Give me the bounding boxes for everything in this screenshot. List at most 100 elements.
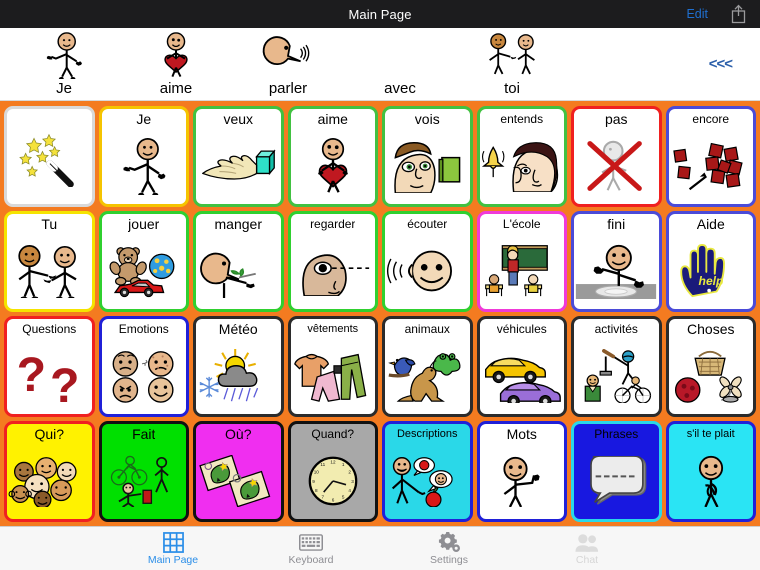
cell-jouer[interactable]: jouer <box>98 211 189 312</box>
svg-text:3: 3 <box>351 478 354 483</box>
cell-label: jouer <box>128 216 160 232</box>
sun-cloud-rain-snow-icon <box>196 337 281 414</box>
classroom-scene-icon <box>480 232 565 309</box>
speech-bubble-icon <box>574 442 659 519</box>
eye-looking-icon <box>291 232 376 309</box>
sentence-word-0[interactable]: Je <box>8 28 120 101</box>
crossed-out-person-icon <box>574 127 659 204</box>
two-question-marks-icon: ? ? <box>7 337 92 414</box>
bottom-tab-bar: Main Page Keyboard Settings Chat <box>0 526 760 570</box>
cell-label: activités <box>594 322 638 336</box>
person-eating-fork-icon <box>196 232 281 309</box>
people-icon <box>575 531 599 553</box>
cell-label: veux <box>223 111 254 127</box>
back-arrows-button[interactable]: <<< <box>709 56 733 73</box>
svg-text:?: ? <box>17 350 46 402</box>
cell-label: Qui? <box>34 426 65 442</box>
person-hugging-heart-icon <box>120 28 232 80</box>
sentence-word-3[interactable]: avec <box>344 28 456 101</box>
cell-phrases[interactable]: Phrases <box>571 421 662 522</box>
cell-emotions[interactable]: Emotions <box>98 316 189 417</box>
cell-qui[interactable]: Qui? <box>4 421 95 522</box>
bird-frog-kangaroo-icon <box>385 337 470 414</box>
sentence-strip[interactable]: Je aime parler avec toi <<< <box>0 28 760 101</box>
cell-label: Questions <box>22 322 77 336</box>
sentence-word-2[interactable]: parler <box>232 28 344 101</box>
tab-chat[interactable]: Chat <box>541 531 633 566</box>
cell-aide[interactable]: Aide help <box>665 211 756 312</box>
svg-text:2: 2 <box>348 469 351 474</box>
cell-label: Descriptions <box>396 428 458 440</box>
cell-label: Quand? <box>311 427 355 441</box>
cell-encore[interactable]: encore <box>665 106 756 207</box>
cell-veux[interactable]: veux <box>193 106 284 207</box>
cell-vetements[interactable]: vêtements <box>287 316 378 417</box>
sentence-word-label: parler <box>268 80 308 97</box>
two-cars-icon <box>480 337 565 414</box>
crowd-of-faces-icon <box>7 442 92 519</box>
cell-manger[interactable]: manger <box>193 211 284 312</box>
cell-mots[interactable]: Mots <box>476 421 567 522</box>
cell-label: s'il te plait <box>686 428 735 440</box>
sentence-word-1[interactable]: aime <box>120 28 232 101</box>
cell-entends[interactable]: entends <box>476 106 567 207</box>
cell-je[interactable]: Je <box>98 106 189 207</box>
toys-bear-ball-car-icon <box>102 232 187 309</box>
cell-pas[interactable]: pas <box>571 106 662 207</box>
cell-ou[interactable]: Où? <box>193 421 284 522</box>
cell-label: Je <box>136 111 152 127</box>
blank-art <box>344 28 456 80</box>
cell-clear[interactable] <box>4 106 95 207</box>
tab-keyboard[interactable]: Keyboard <box>265 531 357 566</box>
cell-label: Tu <box>41 216 58 232</box>
cell-descriptions[interactable]: Descriptions <box>382 421 473 522</box>
page-title: Main Page <box>348 6 412 22</box>
cell-label: fini <box>607 216 626 232</box>
clock-face-icon: 12 1 2 345 678 9 10 11 <box>291 442 376 519</box>
cell-label: aime <box>317 111 348 127</box>
cell-lecole[interactable]: L'école <box>476 211 567 312</box>
cell-animaux[interactable]: animaux <box>382 316 473 417</box>
person-waving-icon <box>480 442 565 519</box>
head-speaking-icon <box>232 28 344 80</box>
cell-label: L'école <box>502 217 541 231</box>
tab-settings[interactable]: Settings <box>403 531 495 566</box>
top-navigation-bar: Main Page Edit <box>0 0 760 28</box>
svg-text:8: 8 <box>315 488 318 493</box>
magic-wand-stars-icon <box>7 111 92 204</box>
cell-label: regarder <box>310 217 356 231</box>
share-icon[interactable] <box>730 4 747 24</box>
sentence-word-4[interactable]: toi <box>456 28 568 101</box>
cell-fini[interactable]: fini <box>571 211 662 312</box>
people-doing-icon <box>102 442 187 519</box>
cell-activites[interactable]: activités <box>571 316 662 417</box>
person-describing-icon <box>385 442 470 519</box>
edit-button[interactable]: Edit <box>686 7 708 21</box>
cell-fait[interactable]: Fait <box>98 421 189 522</box>
cell-quand[interactable]: Quand? 12 1 2 345 678 9 10 11 <box>287 421 378 522</box>
cell-ecouter[interactable]: écouter <box>382 211 473 312</box>
cell-questions[interactable]: Questions ? ? <box>4 316 95 417</box>
grid-row-4: Qui? Fait Où? Quand? 12 1 2 3 4 5 6 7 8 … <box>4 421 756 522</box>
cell-regarder[interactable]: regarder <box>287 211 378 312</box>
svg-text:10: 10 <box>313 469 319 474</box>
sentence-word-label: avec <box>384 80 416 97</box>
cell-vois[interactable]: vois <box>382 106 473 207</box>
cell-label: Fait <box>132 426 156 442</box>
cell-label: écouter <box>407 217 448 231</box>
person-pointing-self-icon <box>8 28 120 80</box>
cell-label: Météo <box>218 321 258 337</box>
tab-main-page[interactable]: Main Page <box>127 531 219 566</box>
two-maps-icon <box>196 442 281 519</box>
cell-label: animaux <box>404 322 450 336</box>
cell-label: Choses <box>687 321 735 337</box>
four-emotion-faces-icon <box>102 337 187 414</box>
cell-meteo[interactable]: Météo <box>193 316 284 417</box>
cell-aime[interactable]: aime <box>287 106 378 207</box>
tab-label: Main Page <box>147 554 199 566</box>
cell-choses[interactable]: Choses <box>665 316 756 417</box>
cell-label: véhicules <box>496 322 547 336</box>
cell-vehicules[interactable]: véhicules <box>476 316 567 417</box>
cell-tu[interactable]: Tu <box>4 211 95 312</box>
cell-sil-te-plait[interactable]: s'il te plait <box>665 421 756 522</box>
